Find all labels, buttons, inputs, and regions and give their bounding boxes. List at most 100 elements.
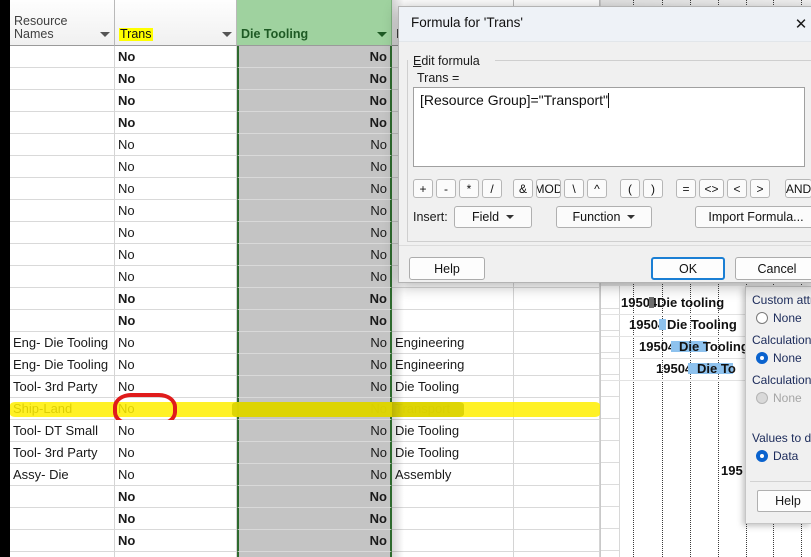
chevron-down-icon[interactable] (222, 32, 232, 37)
cell-resource-name[interactable] (10, 508, 115, 530)
background-radio-option[interactable]: None (756, 351, 802, 365)
cell-trans[interactable]: No (115, 464, 237, 486)
cell-resource-name[interactable]: Eng- Die Tooling (10, 332, 115, 354)
gantt-task-bar[interactable] (649, 297, 654, 308)
table-row[interactable]: NoNo (10, 288, 600, 310)
cell-extra[interactable] (514, 508, 600, 530)
cell-resource-name[interactable] (10, 310, 115, 332)
operator-button[interactable]: AND (785, 179, 811, 198)
insert-function-button[interactable]: Function (556, 206, 652, 228)
operator-button[interactable]: ^ (587, 179, 607, 198)
cell-resource-name[interactable] (10, 530, 115, 552)
cell-trans[interactable]: No (115, 244, 237, 266)
cell-die-tooling[interactable]: No (237, 332, 392, 354)
cell-resource-name[interactable] (10, 552, 115, 557)
cell-resource-name[interactable]: Tool- 3rd Party (10, 442, 115, 464)
operator-button[interactable]: - (436, 179, 456, 198)
cell-resource-name[interactable]: Tool- DT Small (10, 420, 115, 442)
table-row[interactable]: Ship-Land No No Transport (10, 398, 600, 420)
table-row[interactable]: NoNo (10, 310, 600, 332)
cell-die-tooling[interactable]: No (237, 442, 392, 464)
operator-button[interactable]: \ (564, 179, 584, 198)
cell-resource-group[interactable]: Die Tooling (392, 442, 514, 464)
cell-die-tooling[interactable]: No (237, 420, 392, 442)
cell-die-tooling[interactable]: No (237, 200, 392, 222)
cell-resource-name[interactable] (10, 486, 115, 508)
formula-dialog[interactable]: Formula for 'Trans' ✕ Edit formula Trans… (398, 6, 811, 283)
table-row[interactable]: Eng- Die Tooling No No Engineering (10, 354, 600, 376)
cell-resource-name[interactable] (10, 90, 115, 112)
cell-resource-group[interactable] (392, 288, 514, 310)
radio-icon[interactable] (756, 312, 768, 324)
table-row[interactable]: Tool- 3rd Party No No Die Tooling (10, 442, 600, 464)
radio-icon[interactable] (756, 352, 768, 364)
cell-trans[interactable]: No (115, 332, 237, 354)
cell-die-tooling[interactable]: No (237, 486, 392, 508)
cell-die-tooling[interactable]: No (237, 90, 392, 112)
cell-die-tooling[interactable]: No (237, 46, 392, 68)
cell-trans[interactable]: No (115, 442, 237, 464)
cell-resource-name[interactable] (10, 46, 115, 68)
cell-trans[interactable]: No (115, 288, 237, 310)
table-row[interactable]: Tool- 3rd Party No No Die Tooling (10, 376, 600, 398)
background-radio-option[interactable]: None (756, 391, 802, 405)
cell-die-tooling[interactable]: No (237, 530, 392, 552)
cell-resource-name[interactable] (10, 222, 115, 244)
cell-die-tooling[interactable]: No (237, 376, 392, 398)
cell-extra[interactable] (514, 442, 600, 464)
insert-field-button[interactable]: Field (454, 206, 532, 228)
cell-extra[interactable] (514, 332, 600, 354)
cell-trans[interactable]: No (115, 310, 237, 332)
cell-resource-group[interactable] (392, 530, 514, 552)
cell-resource-group[interactable]: Die Tooling (392, 376, 514, 398)
background-help-button[interactable]: Help (757, 490, 811, 512)
cell-trans[interactable]: No (115, 178, 237, 200)
cell-die-tooling[interactable]: No (237, 398, 392, 420)
cell-trans[interactable]: No (115, 112, 237, 134)
operator-button[interactable]: ) (643, 179, 663, 198)
ok-button[interactable]: OK (651, 257, 725, 280)
import-formula-button[interactable]: Import Formula... (695, 206, 811, 228)
cell-trans[interactable]: No (115, 376, 237, 398)
cell-trans[interactable]: No (115, 222, 237, 244)
table-row[interactable]: NoNo (10, 552, 600, 557)
table-row[interactable]: NoNo (10, 530, 600, 552)
cell-resource-name[interactable]: Tool- 3rd Party (10, 376, 115, 398)
cell-extra[interactable] (514, 530, 600, 552)
radio-icon[interactable] (756, 392, 768, 404)
cell-trans[interactable]: No (115, 420, 237, 442)
cell-resource-name[interactable] (10, 112, 115, 134)
gantt-task-bar[interactable] (659, 319, 666, 330)
cell-trans[interactable]: No (115, 156, 237, 178)
radio-icon[interactable] (756, 450, 768, 462)
cell-resource-group[interactable]: Die Tooling (392, 420, 514, 442)
operator-button[interactable]: & (513, 179, 533, 198)
cell-trans[interactable]: No (115, 552, 237, 557)
cell-trans[interactable]: No (115, 354, 237, 376)
cell-trans[interactable]: No (115, 200, 237, 222)
chevron-down-icon[interactable] (377, 32, 387, 37)
cell-resource-group[interactable] (392, 508, 514, 530)
operator-button[interactable]: MOD (536, 179, 561, 198)
cell-die-tooling[interactable]: No (237, 552, 392, 557)
cell-trans[interactable]: No (115, 398, 237, 420)
cell-resource-group[interactable] (392, 486, 514, 508)
cell-trans[interactable]: No (115, 46, 237, 68)
cell-resource-name[interactable] (10, 178, 115, 200)
column-header-die-tooling[interactable]: Die Tooling (237, 0, 392, 46)
cell-resource-name[interactable] (10, 244, 115, 266)
cell-extra[interactable] (514, 552, 600, 557)
cell-trans[interactable]: No (115, 530, 237, 552)
cell-trans[interactable]: No (115, 68, 237, 90)
column-header-resource-names[interactable]: Resource Names (10, 0, 115, 46)
cell-trans[interactable]: No (115, 134, 237, 156)
cell-die-tooling[interactable]: No (237, 464, 392, 486)
table-row[interactable]: NoNo (10, 486, 600, 508)
cell-die-tooling[interactable]: No (237, 508, 392, 530)
cell-resource-name[interactable] (10, 200, 115, 222)
cell-resource-group[interactable] (392, 310, 514, 332)
operator-button[interactable]: < (727, 179, 747, 198)
cell-resource-name[interactable] (10, 134, 115, 156)
cell-trans[interactable]: No (115, 90, 237, 112)
cell-die-tooling[interactable]: No (237, 68, 392, 90)
